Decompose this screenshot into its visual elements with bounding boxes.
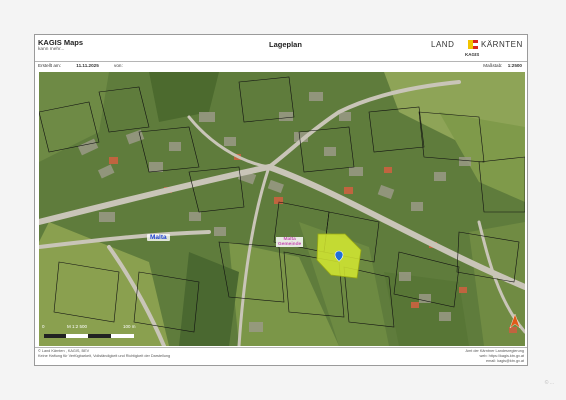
scale-bar-ratio: M 1:2 500 bbox=[67, 324, 88, 329]
footer-disclaimer: Keine Haftung für Verfügbarkeit, Vollstä… bbox=[38, 354, 171, 358]
header-divider bbox=[35, 61, 527, 62]
footer-contact: Amt der Kärntner Landesregierung web: ht… bbox=[466, 349, 524, 364]
created-info: Erstellt am: 11.11.2025 von: bbox=[38, 63, 123, 71]
footer-divider bbox=[35, 347, 527, 348]
map-sheet: KAGIS Maps kann mehr... Lageplan LAND KÄ… bbox=[34, 34, 528, 366]
footer-credits: © Land Kärnten , KAGIS, BEV Keine Haftun… bbox=[38, 349, 170, 359]
scale-label: Maßstab: bbox=[483, 63, 503, 68]
app-title: KAGIS Maps bbox=[38, 38, 84, 47]
scale-value: 1:2500 bbox=[507, 63, 522, 68]
app-subtitle: kann mehr... bbox=[38, 47, 65, 52]
brand-kaernten-text: KÄRNTEN bbox=[481, 40, 523, 49]
map-canvas[interactable] bbox=[39, 72, 525, 346]
scale-info: Maßstab: 1:2500 bbox=[483, 63, 522, 71]
created-date: 11.11.2025 bbox=[76, 63, 99, 68]
scale-bar-zero: 0 bbox=[42, 324, 45, 329]
scale-bar-length: 100 m bbox=[123, 324, 136, 329]
watermark-text: © ... bbox=[544, 380, 554, 386]
document-title: Lageplan bbox=[269, 40, 302, 49]
by-label: von: bbox=[114, 63, 123, 68]
coat-of-arms-icon bbox=[468, 40, 478, 49]
road-label-malta: Malta bbox=[147, 234, 170, 241]
scale-bar bbox=[44, 334, 134, 338]
aerial-map[interactable]: Malta Malta Gemeinde 0 M 1:2 500 100 m bbox=[39, 72, 525, 346]
created-label: Erstellt am: bbox=[38, 63, 61, 68]
sheet-header: KAGIS Maps kann mehr... Lageplan LAND KÄ… bbox=[35, 35, 527, 61]
brand-kagis-text: KAGIS bbox=[465, 52, 480, 57]
brand-logo: LAND KÄRNTEN KAGIS bbox=[431, 38, 523, 58]
footer-email-link[interactable]: email: kagis@ktn.gv.at bbox=[466, 359, 524, 364]
place-label-malta-sub: Gemeinde bbox=[278, 242, 302, 248]
brand-land-text: LAND bbox=[431, 40, 455, 49]
place-label-malta: Malta Gemeinde bbox=[276, 237, 304, 248]
